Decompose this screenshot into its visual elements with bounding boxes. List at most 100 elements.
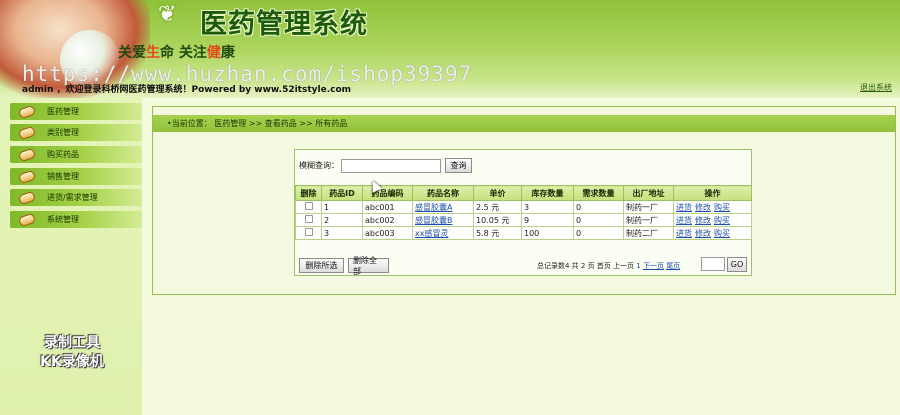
- cell-id: 1: [321, 200, 363, 214]
- sidebar-item-category[interactable]: 类别管理: [10, 124, 142, 141]
- recorder-watermark: 录制工具 KK录像机: [22, 334, 122, 372]
- search-button[interactable]: 查询: [445, 158, 472, 173]
- pagination: 总记录数4 共 2 页 首页 上一页 1 下一页 尾页: [537, 261, 680, 271]
- sidebar-item-purchase[interactable]: 购买药品: [10, 146, 142, 163]
- cell-id: 2: [321, 213, 363, 227]
- cell-demand: 0: [573, 226, 624, 240]
- edit-link[interactable]: 修改: [695, 203, 711, 212]
- sidebar-item-medicine[interactable]: 医药管理: [10, 103, 142, 120]
- cell-code: abc003: [362, 226, 413, 240]
- slogan-suffix: 康: [220, 45, 235, 61]
- edit-link[interactable]: 修改: [695, 216, 711, 225]
- medicine-name-link[interactable]: 感冒胶囊A: [415, 203, 452, 212]
- pager-last-link[interactable]: 尾页: [666, 262, 680, 270]
- capsule-icon: [19, 127, 35, 138]
- list-footer: 删除所选 删除全部 总记录数4 共 2 页 首页 上一页 1 下一页 尾页 GO: [295, 256, 751, 276]
- cell-demand: 0: [573, 200, 624, 214]
- search-row: 模糊查询： 查询: [299, 158, 472, 173]
- medicine-table: 删除 药品ID 药品编码 药品名称 单价 库存数量 需求数量 出厂地址 操作 1…: [295, 185, 752, 240]
- cell-factory: 制药一厂: [623, 213, 674, 227]
- table-row: 3 abc003 xx感冒灵 5.8 元 100 0 制药二厂 进货 修改 购买: [295, 226, 752, 240]
- buy-link[interactable]: 购买: [714, 216, 730, 225]
- cell-stock: 100: [521, 226, 574, 240]
- page-number-input[interactable]: [701, 257, 725, 271]
- col-header-actions: 操作: [673, 185, 752, 201]
- capsule-icon: [19, 106, 35, 117]
- capsule-icon: [19, 149, 35, 160]
- sidebar-item-label: 系统管理: [47, 215, 79, 224]
- sidebar-item-label: 类别管理: [47, 128, 79, 137]
- table-row: 1 abc001 感冒胶囊A 2.5 元 3 0 制药一厂 进货 修改 购买: [295, 200, 752, 214]
- row-checkbox[interactable]: [304, 228, 313, 236]
- sidebar-item-label: 医药管理: [47, 107, 79, 116]
- recorder-watermark-line1: 录制工具: [44, 335, 100, 351]
- medicine-name-link[interactable]: 感冒胶囊B: [415, 216, 453, 225]
- row-checkbox[interactable]: [304, 202, 313, 210]
- table-header-row: 删除 药品ID 药品编码 药品名称 单价 库存数量 需求数量 出厂地址 操作: [295, 185, 752, 201]
- pager-next-link[interactable]: 下一页: [643, 262, 664, 270]
- cell-code: abc001: [362, 200, 413, 214]
- slogan: 关爱生命 关注健康: [118, 42, 235, 62]
- delete-selected-button[interactable]: 删除所选: [299, 258, 344, 273]
- go-button[interactable]: GO: [727, 257, 747, 272]
- capsule-icon: [19, 214, 35, 225]
- logout-link[interactable]: 退出系统: [860, 82, 892, 93]
- breadcrumb: •当前位置： 医药管理 >> 查看药品 >> 所有药品: [153, 115, 895, 132]
- cell-actions: 进货 修改 购买: [673, 213, 752, 227]
- sidebar-item-stock-demand[interactable]: 进货/需求管理: [10, 189, 142, 206]
- restock-link[interactable]: 进货: [676, 203, 692, 212]
- cell-stock: 3: [521, 200, 574, 214]
- sidebar-item-label: 进货/需求管理: [47, 193, 98, 202]
- capsule-icon: [19, 171, 35, 182]
- pager-summary: 总记录数4 共 2 页 首页 上一页: [537, 262, 637, 270]
- col-header-stock: 库存数量: [521, 185, 574, 201]
- restock-link[interactable]: 进货: [676, 216, 692, 225]
- medicine-list-box: 模糊查询： 查询 删除 药品ID 药品编码 药品名称 单价 库存数量 需求数量 …: [294, 149, 752, 276]
- col-header-demand: 需求数量: [573, 185, 624, 201]
- cell-name: 感冒胶囊A: [412, 200, 474, 214]
- search-label: 模糊查询：: [299, 161, 339, 170]
- sidebar-item-sales[interactable]: 销售管理: [10, 168, 142, 185]
- row-checkbox[interactable]: [304, 215, 313, 223]
- cell-factory: 制药一厂: [623, 200, 674, 214]
- header-banner: ❦ 医药管理系统 关爱生命 关注健康 https://www.huzhan.co…: [0, 0, 900, 98]
- buy-link[interactable]: 购买: [714, 203, 730, 212]
- row-checkbox-cell: [295, 213, 322, 227]
- restock-link[interactable]: 进货: [676, 229, 692, 238]
- col-header-delete: 删除: [295, 185, 322, 201]
- buy-link[interactable]: 购买: [714, 229, 730, 238]
- medicine-name-link[interactable]: xx感冒灵: [415, 229, 448, 238]
- slogan-prefix: 关爱: [118, 45, 146, 61]
- row-checkbox-cell: [295, 200, 322, 214]
- cell-actions: 进货 修改 购买: [673, 200, 752, 214]
- welcome-text: admin ，欢迎登录科桥网医药管理系统！Powered by www.52it…: [22, 85, 352, 95]
- cell-price: 10.05 元: [473, 213, 522, 227]
- col-header-name: 药品名称: [412, 185, 474, 201]
- edit-link[interactable]: 修改: [695, 229, 711, 238]
- cell-id: 3: [321, 226, 363, 240]
- leaf-logo-icon: ❦: [158, 2, 177, 27]
- col-header-price: 单价: [473, 185, 522, 201]
- cell-price: 2.5 元: [473, 200, 522, 214]
- table-row: 2 abc002 感冒胶囊B 10.05 元 9 0 制药一厂 进货 修改 购买: [295, 213, 752, 227]
- col-header-id: 药品ID: [321, 185, 363, 201]
- capsule-icon: [19, 192, 35, 203]
- cell-stock: 9: [521, 213, 574, 227]
- search-input[interactable]: [341, 158, 441, 173]
- cell-name: 感冒胶囊B: [412, 213, 474, 227]
- breadcrumb-text: •当前位置： 医药管理 >> 查看药品 >> 所有药品: [167, 119, 348, 128]
- pager-current-page: 1: [636, 262, 641, 270]
- cell-demand: 0: [573, 213, 624, 227]
- cell-factory: 制药二厂: [623, 226, 674, 240]
- recorder-watermark-line2: KK录像机: [40, 354, 104, 370]
- row-checkbox-cell: [295, 226, 322, 240]
- col-header-factory: 出厂地址: [623, 185, 674, 201]
- sidebar-item-system[interactable]: 系统管理: [10, 211, 142, 228]
- cell-actions: 进货 修改 购买: [673, 226, 752, 240]
- cell-price: 5.8 元: [473, 226, 522, 240]
- app-title: 医药管理系统: [200, 9, 368, 40]
- delete-all-button[interactable]: 删除全部: [348, 256, 389, 276]
- slogan-highlight-1: 生: [146, 45, 160, 61]
- sidebar-item-label: 购买药品: [47, 150, 79, 159]
- cell-code: abc002: [362, 213, 413, 227]
